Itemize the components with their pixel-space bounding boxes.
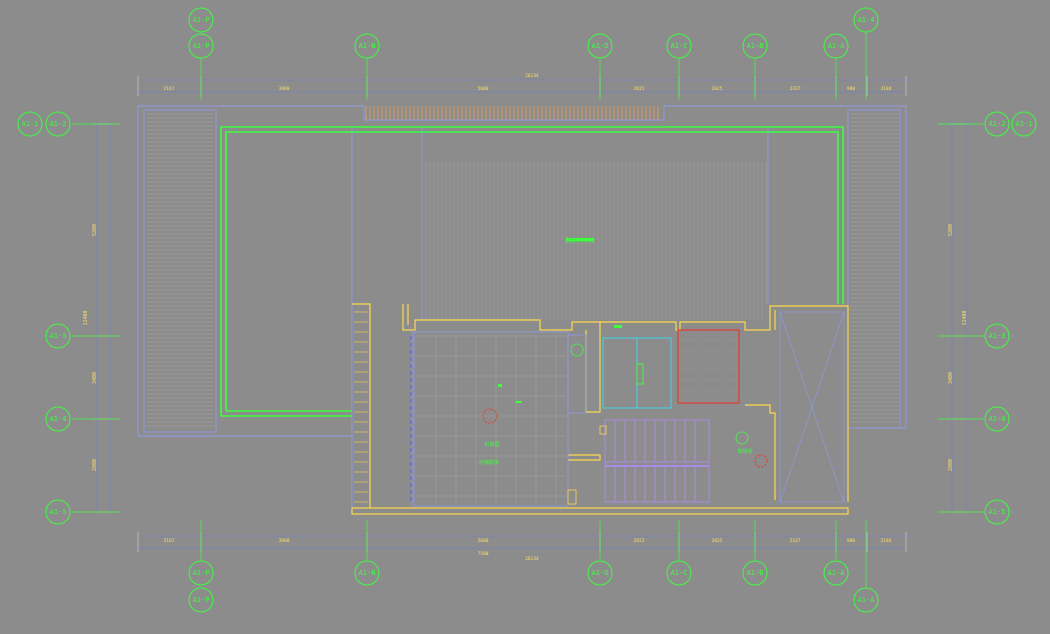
dim-bottom-overall: 26134 bbox=[525, 556, 539, 562]
dim-left-seg-2: 3400 bbox=[92, 372, 98, 384]
dim-bottom-seg-4: 2822 bbox=[634, 538, 645, 544]
room-label-roof-slope: 屋面排水坡度 bbox=[565, 237, 595, 244]
room-label-lift-machine: 电梯机房 bbox=[479, 459, 499, 466]
grid-label-bot2-1: A1-A bbox=[858, 596, 876, 604]
grid-label-top2-5: A1-A bbox=[828, 42, 846, 50]
grid-label-top1-1: A1-4 bbox=[858, 16, 875, 24]
grid-label-top2-0: A1-P bbox=[193, 42, 210, 50]
dim-top-seg-4: 2822 bbox=[634, 86, 645, 92]
grid-label-bot1-1: A1-N bbox=[359, 569, 376, 577]
grid-label-top2-1: A1-N bbox=[359, 42, 376, 50]
duct-shaft bbox=[677, 329, 740, 404]
room-label-machine-level: 机房层 bbox=[484, 441, 499, 448]
grid-label-top1-0: A1-P bbox=[193, 16, 210, 24]
grid-label-left-2: A1-3 bbox=[50, 332, 67, 340]
dim-bottom-seg-6: 2337 bbox=[790, 538, 801, 544]
dim-right-seg-3: 2800 bbox=[948, 459, 954, 471]
grid-label-bot2-0: A1-P bbox=[193, 596, 210, 604]
dim-bottom-seg-8: 2184 bbox=[881, 538, 892, 544]
grid-label-bot1-5: A1-A bbox=[828, 569, 846, 577]
dim-top-seg-8: 2184 bbox=[881, 86, 892, 92]
grid-label-bot1-2: A1-D bbox=[592, 569, 609, 577]
drawing-background bbox=[0, 0, 1050, 634]
dim-bottom-seg-2: 3900 bbox=[279, 538, 290, 544]
dim-bottom-sub: 7500 bbox=[478, 551, 489, 557]
floor-plan-drawing: 26134 2167 3900 5600 2822 2825 2337 980 … bbox=[0, 0, 1050, 634]
dim-top-seg-1: 2167 bbox=[164, 86, 175, 92]
room-label-stair: 楼梯间 bbox=[737, 448, 752, 455]
dim-right-seg-2: 3400 bbox=[948, 372, 954, 384]
dim-bottom-seg-5: 2825 bbox=[712, 538, 723, 544]
dim-bottom-seg-1: 2167 bbox=[164, 538, 175, 544]
grid-label-bot1-4: A1-B bbox=[747, 569, 764, 577]
grid-label-left-0: A1-1 bbox=[22, 120, 39, 128]
grid-label-bot1-0: A1-P bbox=[193, 569, 210, 577]
dim-bottom-seg-3: 5600 bbox=[478, 538, 489, 544]
dim-left-seg-1: 5200 bbox=[92, 224, 98, 236]
dim-right-seg-1: 5200 bbox=[948, 224, 954, 236]
dim-right-overall: 11400 bbox=[962, 310, 968, 325]
dim-top-seg-6: 2337 bbox=[790, 86, 801, 92]
dim-top-seg-5: 2825 bbox=[712, 86, 723, 92]
grid-label-right-0: A1-2 bbox=[989, 120, 1006, 128]
dim-top-overall: 26134 bbox=[525, 73, 539, 79]
grid-label-top2-2: A1-D bbox=[592, 42, 609, 50]
dim-bottom-seg-7: 980 bbox=[847, 538, 855, 544]
grid-label-left-4: A1-5 bbox=[50, 508, 67, 516]
grid-label-right-4: A1-5 bbox=[989, 508, 1006, 516]
grid-label-top2-3: A1-C bbox=[671, 42, 688, 50]
grid-label-left-3: A1-4 bbox=[50, 415, 67, 423]
grid-label-right-2: A1-3 bbox=[989, 332, 1006, 340]
grid-label-left-1: A1-2 bbox=[50, 120, 67, 128]
grid-label-right-1: A1-1 bbox=[1016, 120, 1033, 128]
dim-top-seg-7: 980 bbox=[847, 86, 855, 92]
grid-label-right-3: A1-4 bbox=[989, 415, 1006, 423]
dim-left-seg-3: 2800 bbox=[92, 459, 98, 471]
dim-top-seg-2: 3900 bbox=[279, 86, 290, 92]
dim-left-overall: 11400 bbox=[83, 310, 89, 325]
grid-label-bot1-3: A1-C bbox=[671, 569, 688, 577]
dim-top-seg-3: 5600 bbox=[478, 86, 489, 92]
grid-label-top2-4: A1-B bbox=[747, 42, 764, 50]
